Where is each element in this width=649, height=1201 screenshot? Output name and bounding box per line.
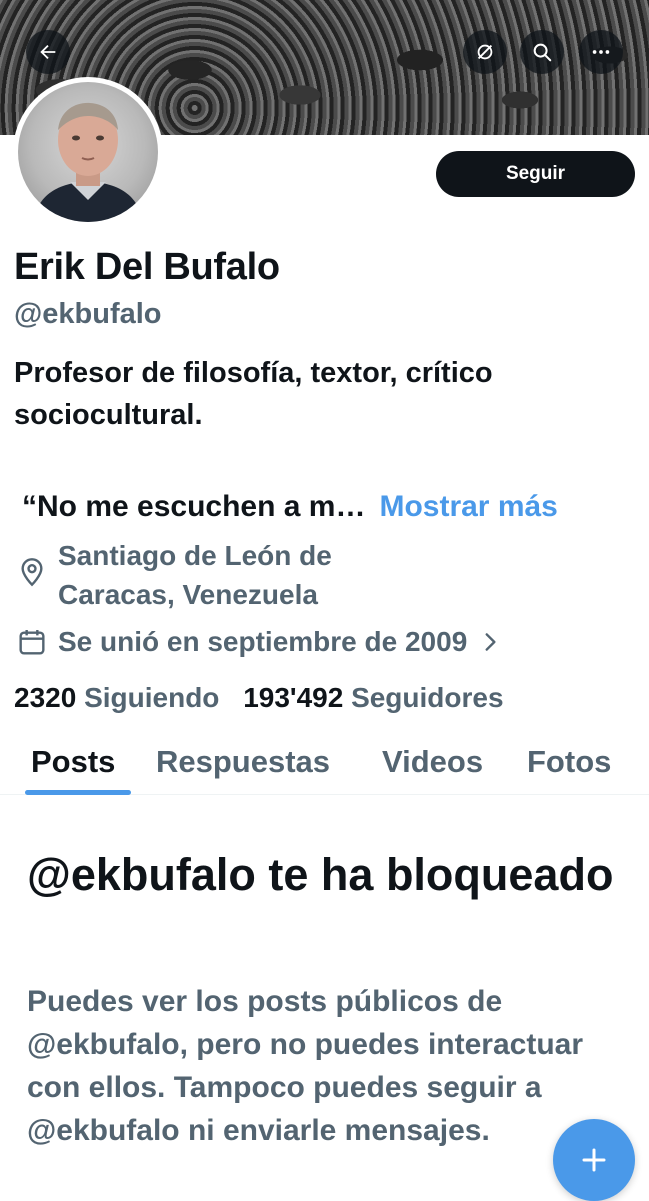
tab-fotos[interactable]: Fotos [527, 744, 611, 780]
bio-quote-truncated: “No me escuchen a m… [22, 490, 366, 523]
profile-location: Santiago de León de Caracas, Venezuela [16, 536, 332, 614]
profile-stats: 2320 Siguiendo 193'492 Seguidores [14, 682, 520, 714]
more-dots-icon [592, 50, 610, 54]
grok-icon [477, 44, 493, 60]
follow-button[interactable]: Seguir [436, 151, 635, 197]
location-pin-icon [21, 558, 43, 587]
tab-videos[interactable]: Videos [382, 744, 483, 780]
avatar[interactable] [13, 77, 163, 227]
followers-label: Seguidores [351, 682, 504, 713]
profile-joined[interactable]: Se unió en septiembre de 2009 [16, 623, 513, 661]
location-text: Santiago de León de Caracas, Venezuela [58, 536, 332, 614]
blocked-message: Puedes ver los posts públicos de @ekbufa… [27, 985, 584, 1147]
profile-tabs: Posts Respuestas Videos Fotos [0, 740, 649, 795]
following-stat[interactable]: 2320 Siguiendo [14, 682, 235, 713]
chevron-right-icon [485, 633, 496, 651]
profile-name: Erik Del Bufalo [14, 246, 280, 288]
tab-posts[interactable]: Posts [31, 744, 115, 780]
bio-quote-row: “No me escuchen a m… Mostrar más [22, 490, 558, 524]
back-button[interactable] [26, 30, 70, 74]
following-label: Siguiendo [84, 682, 220, 713]
plus-icon [582, 1148, 606, 1172]
search-button[interactable] [520, 30, 564, 74]
profile-bio: Profesor de filosofía, textor, crítico s… [14, 357, 493, 431]
following-count: 2320 [14, 682, 77, 713]
location-line-2: Caracas, Venezuela [58, 579, 318, 610]
profile-handle: @ekbufalo [14, 298, 162, 330]
search-icon [533, 43, 552, 62]
followers-count: 193'492 [243, 682, 344, 713]
joined-text: Se unió en septiembre de 2009 [58, 626, 468, 657]
avatar-image [18, 82, 158, 222]
blocked-title: @ekbufalo te ha bloqueado [27, 849, 614, 900]
location-line-1: Santiago de León de [58, 540, 332, 571]
more-button[interactable] [579, 30, 623, 74]
tab-respuestas[interactable]: Respuestas [156, 744, 330, 780]
grok-button[interactable] [463, 30, 507, 74]
compose-button[interactable] [553, 1119, 635, 1201]
followers-stat[interactable]: 193'492 Seguidores [243, 682, 519, 713]
calendar-icon [19, 630, 45, 655]
avatar-portrait [33, 102, 143, 222]
active-tab-indicator [25, 790, 131, 795]
show-more-link[interactable]: Mostrar más [379, 490, 557, 523]
arrow-left-icon [40, 44, 56, 60]
